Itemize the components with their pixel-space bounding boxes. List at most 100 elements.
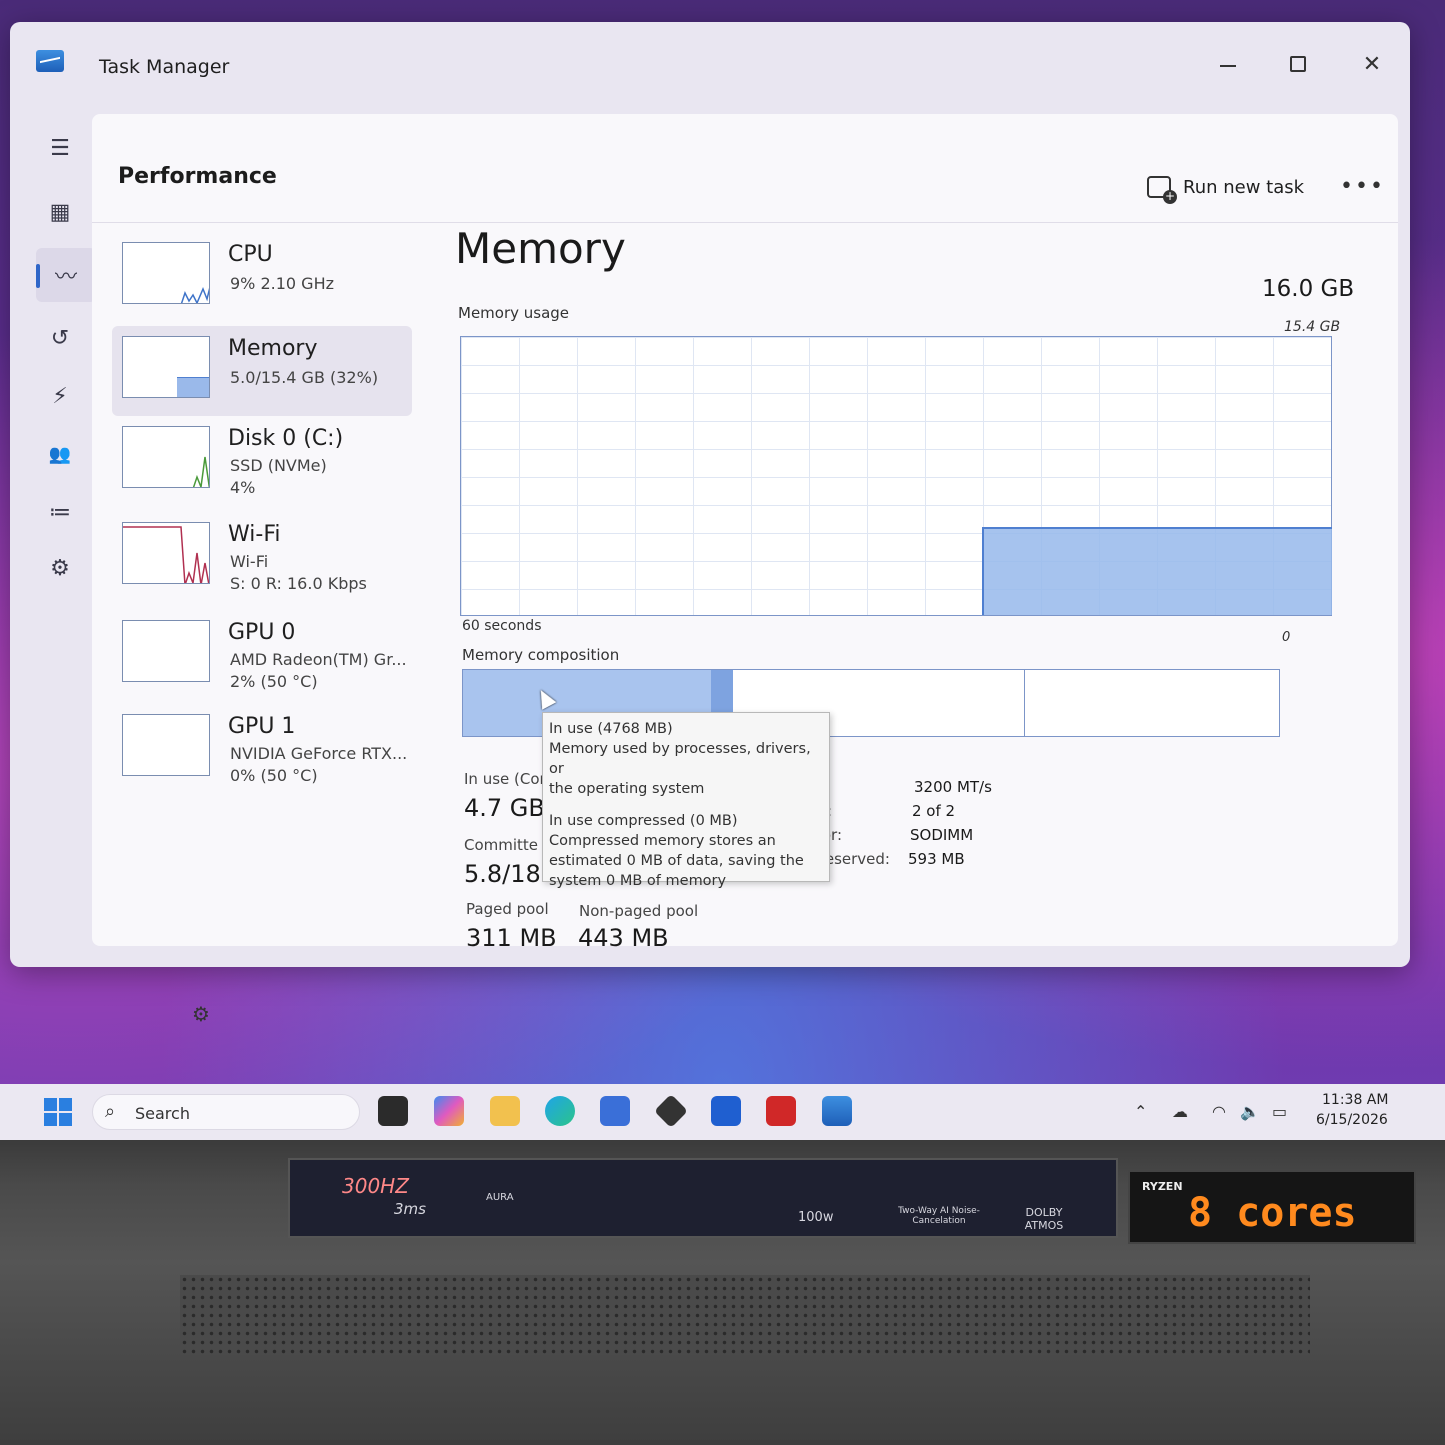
slots-used-value: 2 of 2 — [912, 802, 956, 820]
device-detail: SSD (NVMe) — [230, 456, 327, 475]
nav-details[interactable]: ≔ — [40, 492, 80, 532]
tooltip-line: Memory used by processes, drivers, or — [549, 741, 811, 777]
ryzen-cores: 8 cores — [1188, 1190, 1357, 1236]
services-icon: ⚙ — [50, 555, 70, 581]
graph-axis-right: 0 — [1282, 630, 1291, 645]
device-memory[interactable]: Memory 5.0/15.4 GB (32%) — [112, 326, 412, 416]
speaker-grille — [180, 1275, 1310, 1355]
copilot-icon[interactable] — [434, 1096, 464, 1126]
sticker-refresh-rate: 300HZ — [342, 1174, 409, 1198]
tooltip-line: the operating system — [549, 781, 705, 797]
in-use-label: In use (Cor — [464, 770, 546, 788]
settings-button[interactable]: ⚙ — [192, 1002, 210, 1026]
disk-sparkline — [192, 456, 209, 487]
minimize-icon — [1220, 65, 1236, 67]
device-detail: 9% 2.10 GHz — [230, 274, 335, 293]
device-gpu-1[interactable]: GPU 1 NVIDIA GeForce RTX... 0% (50 °C) — [112, 704, 412, 794]
hamburger-menu-button[interactable]: ☰ — [40, 128, 80, 168]
run-new-task-label: Run new task — [1183, 176, 1305, 198]
maximize-button[interactable] — [1278, 52, 1318, 78]
performance-icon: 〰 — [54, 265, 77, 290]
device-name: Memory — [228, 336, 318, 361]
tooltip-line: Compressed memory stores an — [549, 833, 776, 849]
taskbar-search[interactable]: ⌕ Search — [92, 1094, 360, 1130]
store-icon[interactable] — [600, 1096, 630, 1126]
speed-value: 3200 MT/s — [914, 778, 992, 796]
device-gpu-0[interactable]: GPU 0 AMD Radeon(TM) Gr... 2% (50 °C) — [112, 610, 412, 700]
mcafee-icon[interactable] — [766, 1096, 796, 1126]
nav-performance[interactable]: 〰 — [36, 248, 96, 302]
device-wifi[interactable]: Wi-Fi Wi-Fi S: 0 R: 16.0 Kbps — [112, 512, 412, 602]
device-detail: Wi-Fi — [230, 552, 269, 571]
task-manager-window: Task Manager ✕ ☰ ▦ 〰 ↺ ⚡ 👥 ≔ ⚙ Performan… — [10, 22, 1410, 1026]
device-usage: S: 0 R: 16.0 Kbps — [230, 574, 367, 593]
device-name: GPU 0 — [228, 620, 296, 645]
task-view-icon[interactable] — [378, 1096, 408, 1126]
taskbar: ⌕ Search ⌃ ☁ ◠ 🔈 ▭ 11:38 AM 6/15/2026 — [0, 1084, 1445, 1140]
device-detail: NVIDIA GeForce RTX... — [230, 744, 408, 763]
tooltip-line: In use (4768 MB) — [549, 721, 673, 737]
memory-usage-label: Memory usage — [458, 304, 570, 322]
task-manager-app-icon — [36, 50, 64, 72]
header-divider — [92, 222, 1398, 223]
startup-apps-icon: ⚡ — [52, 383, 68, 409]
sticker-power: 100w — [798, 1210, 834, 1225]
file-explorer-icon[interactable] — [490, 1096, 520, 1126]
device-usage: 0% (50 °C) — [230, 766, 318, 785]
close-button[interactable]: ✕ — [1352, 52, 1392, 77]
title-bar: Task Manager ✕ — [10, 22, 1410, 112]
cloud-sync-icon[interactable]: ☁ — [1172, 1102, 1188, 1121]
wifi-icon[interactable]: ◠ — [1212, 1102, 1226, 1121]
nav-services[interactable]: ⚙ — [40, 548, 80, 588]
clock-time[interactable]: 11:38 AM — [1322, 1092, 1388, 1108]
device-detail: 5.0/15.4 GB (32%) — [230, 368, 379, 387]
device-name: CPU — [228, 242, 273, 267]
show-hidden-icons-chevron-icon[interactable]: ⌃ — [1134, 1102, 1147, 1121]
device-disk-0[interactable]: Disk 0 (C:) SSD (NVMe) 4% — [112, 416, 412, 506]
device-usage: 2% (50 °C) — [230, 672, 318, 691]
sticker-dolby: DOLBY ATMOS — [1024, 1206, 1064, 1232]
armoury-crate-icon[interactable] — [654, 1094, 688, 1128]
tooltip-line: In use compressed (0 MB) — [549, 813, 738, 829]
memory-composition-label: Memory composition — [462, 646, 620, 664]
device-name: Disk 0 (C:) — [228, 426, 344, 451]
nav-startup-apps[interactable]: ⚡ — [40, 376, 80, 416]
search-placeholder: Search — [135, 1104, 190, 1123]
myasus-icon[interactable] — [711, 1096, 741, 1126]
memory-heading: Memory — [455, 224, 626, 273]
device-detail: AMD Radeon(TM) Gr... — [230, 650, 407, 669]
wifi-sparkline — [123, 526, 209, 583]
run-task-icon — [1147, 176, 1177, 204]
clock-date[interactable]: 6/15/2026 — [1316, 1112, 1388, 1128]
run-new-task-button[interactable]: Run new task — [1147, 176, 1305, 204]
nav-users[interactable]: 👥 — [40, 434, 80, 474]
device-cpu[interactable]: CPU 9% 2.10 GHz — [112, 232, 412, 322]
ryzen-brand: RYZEN — [1142, 1180, 1183, 1193]
non-paged-pool-value: 443 MB — [578, 924, 669, 952]
performance-panel: Performance Run new task ••• CPU 9% 2.10… — [92, 114, 1398, 1026]
form-factor-value: SODIMM — [910, 826, 974, 844]
device-name: GPU 1 — [228, 714, 296, 739]
start-button[interactable] — [44, 1098, 72, 1126]
device-usage: 4% — [230, 478, 256, 497]
nav-app-history[interactable]: ↺ — [40, 318, 80, 358]
ryzen-sticker: RYZEN 8 cores — [1128, 1170, 1416, 1244]
volume-icon[interactable]: 🔈 — [1240, 1102, 1260, 1121]
hardware-reserved-value: 593 MB — [908, 850, 965, 868]
memory-usage-area — [982, 527, 1332, 615]
minimize-button[interactable] — [1208, 48, 1248, 73]
maximize-icon — [1290, 56, 1306, 72]
sticker-noise-cancel: Two-Way AI Noise-Cancelation — [898, 1206, 980, 1226]
edge-icon[interactable] — [545, 1096, 575, 1126]
app-history-icon: ↺ — [50, 325, 70, 351]
task-manager-taskbar-icon[interactable] — [822, 1096, 852, 1126]
committed-value: 5.8/18. — [464, 860, 549, 888]
nav-processes[interactable]: ▦ — [40, 192, 80, 232]
device-name: Wi-Fi — [228, 522, 281, 547]
more-options-button[interactable]: ••• — [1340, 174, 1385, 199]
search-icon: ⌕ — [105, 1101, 116, 1122]
battery-icon[interactable]: ▭ — [1272, 1102, 1287, 1121]
wifi-thumbnail-graph — [122, 522, 210, 584]
graph-axis-left: 60 seconds — [462, 618, 542, 634]
memory-thumbnail-fill — [177, 377, 209, 397]
